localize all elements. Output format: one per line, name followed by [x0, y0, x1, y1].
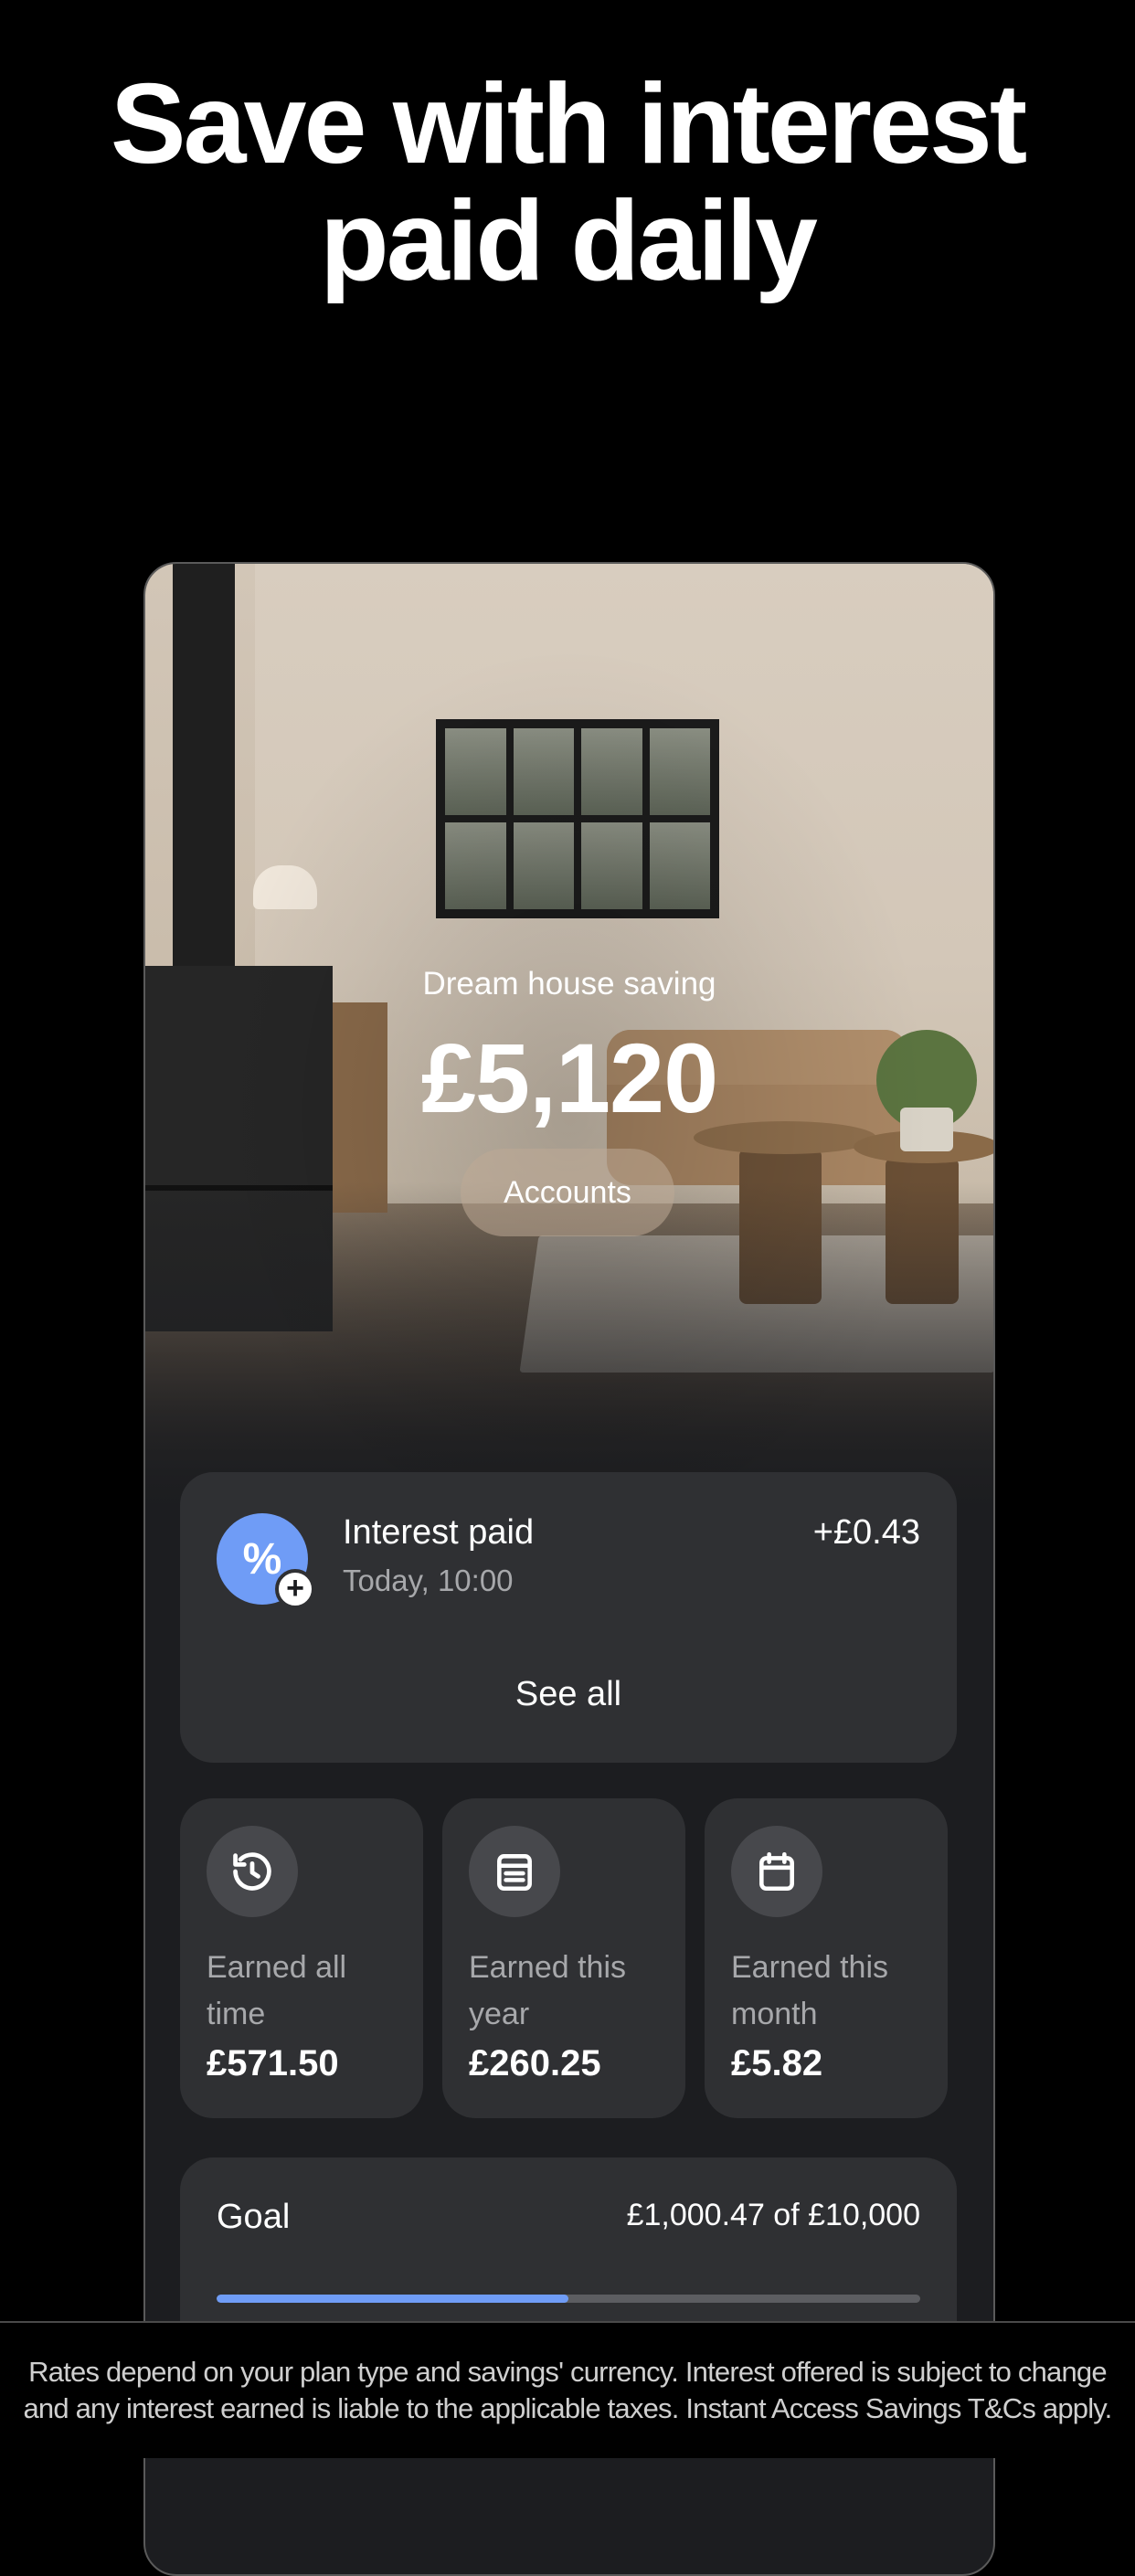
headline-line-2: paid daily — [320, 178, 818, 304]
phone-mockup: Dream house saving £5,120 Accounts % + I… — [143, 562, 995, 2576]
interest-amount: +£0.43 — [812, 1513, 920, 1552]
calendar-month-icon — [731, 1826, 822, 1917]
interest-time: Today, 10:00 — [343, 1564, 514, 1597]
stat-card-this-year[interactable]: Earned this year £260.25 — [442, 1798, 685, 2118]
goal-progress-bar — [217, 2295, 920, 2303]
goal-progress-fill — [217, 2295, 568, 2303]
disclaimer-line-2: and any interest earned is liable to the… — [23, 2392, 1112, 2424]
stat-value: £5.82 — [731, 2043, 823, 2083]
history-icon — [207, 1826, 298, 1917]
interest-card: % + Interest paid Today, 10:00 +£0.43 Se… — [180, 1472, 957, 1763]
stat-value: £260.25 — [469, 2043, 601, 2083]
plus-icon: + — [275, 1569, 315, 1609]
stat-card-all-time[interactable]: Earned all time £571.50 — [180, 1798, 423, 2118]
stat-label: Earned this month — [731, 1950, 888, 2031]
stat-label: Earned this year — [469, 1950, 626, 2031]
stat-label: Earned all time — [207, 1950, 347, 2031]
headline: Save with interest paid daily — [0, 66, 1135, 300]
disclaimer-line-1: Rates depend on your plan type and savin… — [28, 2356, 1107, 2388]
calendar-year-icon — [469, 1826, 560, 1917]
see-all-button[interactable]: See all — [180, 1675, 957, 1714]
goal-title: Goal — [217, 2198, 291, 2236]
savings-pot-name: Dream house saving — [422, 966, 716, 1002]
savings-balance: £5,120 — [420, 1023, 718, 1133]
hero-photo: Dream house saving £5,120 Accounts — [145, 564, 993, 1514]
headline-line-1: Save with interest — [110, 61, 1027, 187]
interest-title: Interest paid — [343, 1513, 535, 1552]
stat-value: £571.50 — [207, 2043, 339, 2083]
accounts-button[interactable]: Accounts — [461, 1149, 674, 1236]
disclaimer: Rates depend on your plan type and savin… — [0, 2321, 1135, 2458]
goal-amount: £1,000.47 of £10,000 — [626, 2198, 920, 2232]
stat-card-this-month[interactable]: Earned this month £5.82 — [705, 1798, 948, 2118]
